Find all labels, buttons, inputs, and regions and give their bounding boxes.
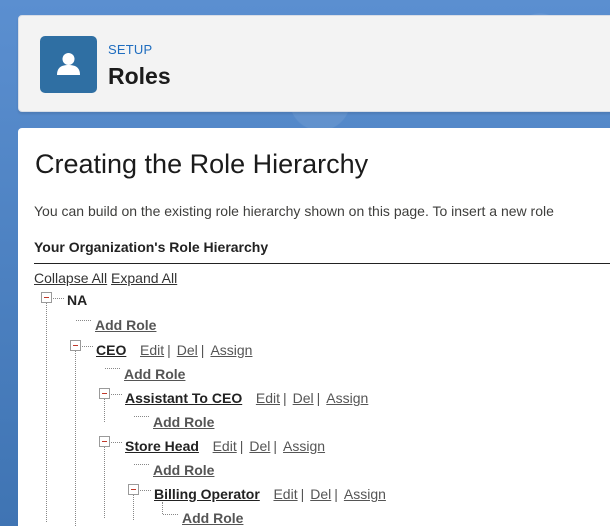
tree-controls: Collapse All Expand All — [34, 270, 177, 286]
add-role-row: Add Role — [153, 461, 214, 479]
role-name-link[interactable]: CEO — [96, 342, 126, 358]
separator: | — [283, 390, 287, 406]
add-role-link[interactable]: Add Role — [153, 462, 214, 478]
add-role-row: Add Role — [153, 413, 214, 431]
edit-link[interactable]: Edit — [273, 486, 297, 502]
role-name-link[interactable]: Store Head — [125, 438, 199, 454]
tree-line — [46, 302, 47, 522]
separator: | — [200, 342, 205, 358]
page-title: Roles — [108, 63, 171, 89]
page-header: SETUP Roles — [18, 15, 610, 112]
role-node-root: NA — [67, 291, 87, 309]
role-node: Store Head Edit | Del | Assign — [125, 437, 325, 455]
add-role-row: Add Role — [182, 509, 243, 526]
tree-line — [82, 346, 93, 347]
separator: | — [167, 342, 171, 358]
del-link[interactable]: Del — [293, 390, 314, 406]
user-icon — [57, 53, 80, 75]
content-title: Creating the Role Hierarchy — [35, 149, 369, 179]
tree-line — [134, 416, 149, 417]
tree-line — [105, 368, 120, 369]
tree-line — [75, 350, 76, 526]
role-node: Assistant To CEO Edit | Del | Assign — [125, 389, 368, 407]
content-panel: Creating the Role Hierarchy You can buil… — [18, 128, 610, 526]
separator: | — [334, 486, 338, 502]
role-name-link[interactable]: Assistant To CEO — [125, 390, 242, 406]
assign-link[interactable]: Assign — [210, 342, 252, 358]
collapse-toggle-icon[interactable] — [128, 484, 139, 495]
add-role-link[interactable]: Add Role — [153, 414, 214, 430]
tree-line — [111, 394, 122, 395]
expand-all-link[interactable]: Expand All — [111, 270, 177, 286]
setup-label: SETUP — [108, 42, 153, 57]
collapse-toggle-icon[interactable] — [41, 292, 52, 303]
collapse-toggle-icon[interactable] — [70, 340, 81, 351]
edit-link[interactable]: Edit — [213, 438, 237, 454]
assign-link[interactable]: Assign — [283, 438, 325, 454]
role-name-link[interactable]: Billing Operator — [154, 486, 260, 502]
collapse-toggle-icon[interactable] — [99, 436, 110, 447]
tree-line — [140, 490, 151, 491]
section-divider — [34, 263, 610, 264]
tree-line — [133, 494, 134, 520]
section-heading: Your Organization's Role Hierarchy — [34, 239, 269, 255]
edit-link[interactable]: Edit — [140, 342, 164, 358]
add-role-link[interactable]: Add Role — [182, 510, 243, 526]
role-name: NA — [67, 292, 88, 308]
assign-link[interactable]: Assign — [344, 486, 386, 502]
tree-line — [104, 446, 105, 518]
tree-line — [163, 514, 178, 515]
tree-line — [111, 442, 122, 443]
role-node: Billing Operator Edit | Del | Assign — [154, 485, 386, 503]
separator: | — [316, 390, 321, 406]
collapse-all-link[interactable]: Collapse All — [34, 270, 107, 286]
del-link[interactable]: Del — [310, 486, 331, 502]
tree-line — [162, 502, 163, 514]
intro-text: You can build on the existing role hiera… — [34, 203, 554, 219]
separator: | — [300, 486, 305, 502]
tree-line — [104, 398, 105, 422]
separator: | — [273, 438, 278, 454]
tree-line — [134, 464, 149, 465]
tree-line — [53, 298, 64, 299]
collapse-toggle-icon[interactable] — [99, 388, 110, 399]
role-node: CEO Edit | Del | Assign — [96, 341, 252, 359]
add-role-link[interactable]: Add Role — [95, 317, 156, 333]
del-link[interactable]: Del — [177, 342, 198, 358]
assign-link[interactable]: Assign — [326, 390, 368, 406]
roles-icon-tile — [40, 36, 97, 93]
del-link[interactable]: Del — [249, 438, 270, 454]
tree-line — [76, 320, 91, 321]
add-role-row: Add Role — [95, 316, 156, 334]
add-role-link[interactable]: Add Role — [124, 366, 185, 382]
separator: | — [239, 438, 244, 454]
add-role-row: Add Role — [124, 365, 185, 383]
edit-link[interactable]: Edit — [256, 390, 280, 406]
